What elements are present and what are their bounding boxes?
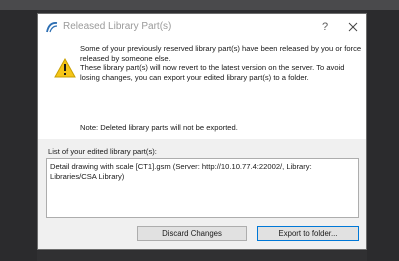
backdrop-left bbox=[0, 10, 37, 261]
window-title: Released Library Part(s) bbox=[63, 21, 172, 32]
help-button[interactable]: ? bbox=[318, 20, 332, 34]
release-message: Some of your previously reserved library… bbox=[80, 44, 362, 82]
title-bar[interactable]: Released Library Part(s) ? bbox=[38, 14, 366, 40]
export-note: Note: Deleted library parts will not be … bbox=[80, 123, 238, 132]
close-icon[interactable] bbox=[346, 20, 360, 34]
backdrop-bottom bbox=[37, 251, 367, 261]
backdrop-right bbox=[367, 10, 399, 261]
released-parts-dialog: Released Library Part(s) ? Some of your … bbox=[37, 13, 367, 250]
edited-parts-list[interactable]: Detail drawing with scale [CT1].gsm (Ser… bbox=[46, 158, 359, 218]
warning-icon bbox=[54, 57, 76, 78]
edited-parts-label: List of your edited library part(s): bbox=[48, 147, 157, 156]
discard-changes-button[interactable]: Discard Changes bbox=[137, 226, 247, 241]
archicad-logo-icon bbox=[45, 20, 59, 34]
backdrop-top bbox=[0, 0, 399, 10]
list-item[interactable]: Detail drawing with scale [CT1].gsm (Ser… bbox=[50, 162, 350, 181]
export-to-folder-button[interactable]: Export to folder... bbox=[257, 226, 359, 241]
